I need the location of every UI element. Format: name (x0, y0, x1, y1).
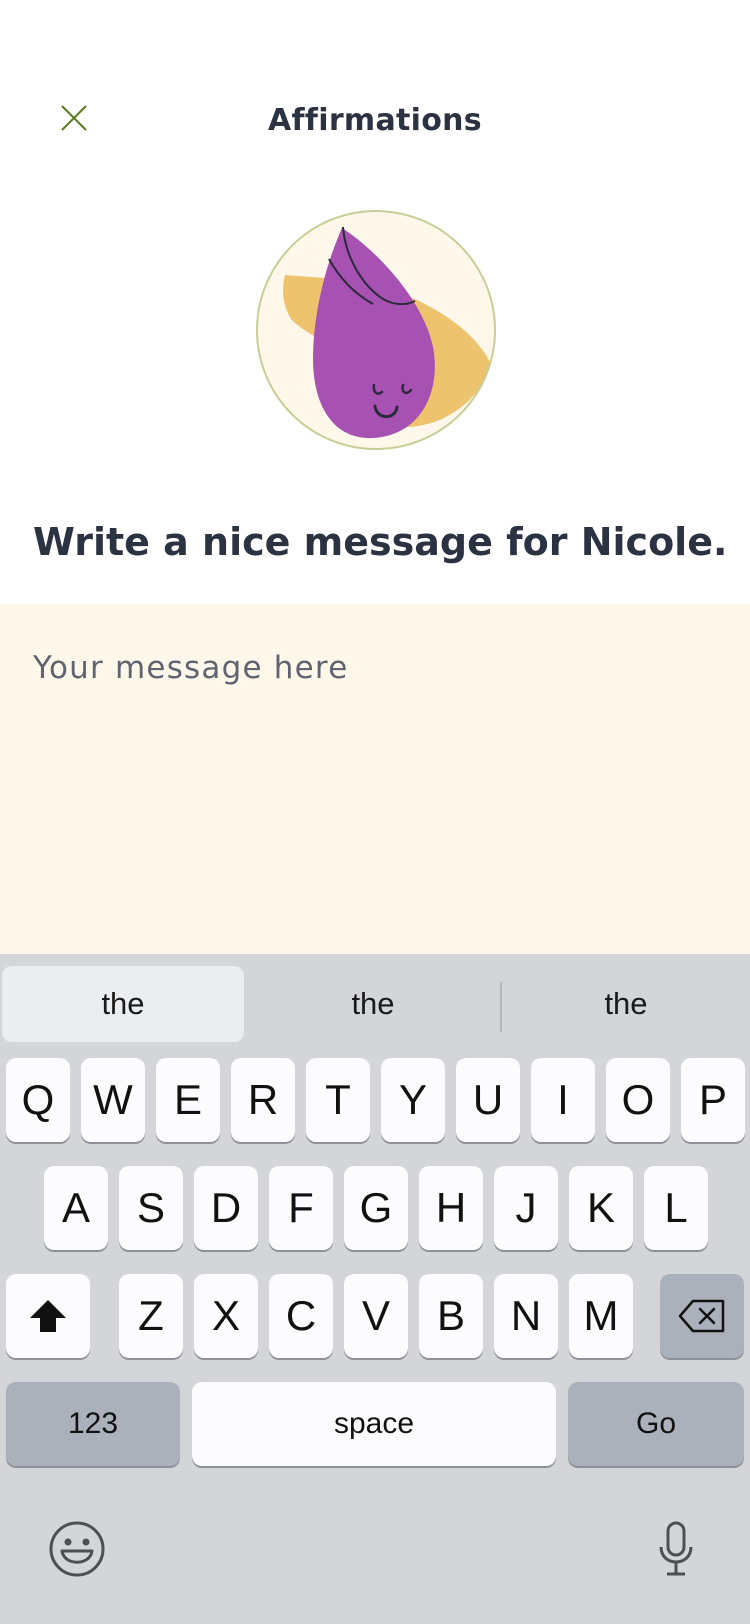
message-prompt: Write a nice message for Nicole. (33, 520, 728, 564)
key-q[interactable]: Q (6, 1058, 70, 1142)
key-k[interactable]: K (569, 1166, 633, 1250)
suggestion-bar: the the the (0, 954, 750, 1054)
key-v[interactable]: V (344, 1274, 408, 1358)
keyboard: the the the Q W E R T Y U I O P A S D F … (0, 954, 750, 1624)
backspace-icon (678, 1299, 725, 1333)
key-j[interactable]: J (494, 1166, 558, 1250)
space-key[interactable]: space (192, 1382, 556, 1466)
key-i[interactable]: I (531, 1058, 595, 1142)
key-n[interactable]: N (494, 1274, 558, 1358)
suggestion-2[interactable]: the (248, 966, 498, 1042)
key-d[interactable]: D (194, 1166, 258, 1250)
key-r[interactable]: R (231, 1058, 295, 1142)
numbers-key[interactable]: 123 (6, 1382, 180, 1466)
key-p[interactable]: P (681, 1058, 745, 1142)
key-m[interactable]: M (569, 1274, 633, 1358)
key-z[interactable]: Z (119, 1274, 183, 1358)
key-s[interactable]: S (119, 1166, 183, 1250)
key-e[interactable]: E (156, 1058, 220, 1142)
emoji-button[interactable] (46, 1518, 108, 1580)
page-title: Affirmations (268, 103, 482, 138)
shift-key[interactable] (6, 1274, 90, 1358)
dictation-button[interactable] (654, 1518, 698, 1580)
key-g[interactable]: G (344, 1166, 408, 1250)
affirmation-illustration (255, 209, 497, 451)
shift-icon (30, 1300, 66, 1332)
microphone-icon (659, 1521, 693, 1576)
key-b[interactable]: B (419, 1274, 483, 1358)
key-t[interactable]: T (306, 1058, 370, 1142)
key-x[interactable]: X (194, 1274, 258, 1358)
key-l[interactable]: L (644, 1166, 708, 1250)
key-o[interactable]: O (606, 1058, 670, 1142)
message-area (0, 604, 750, 954)
key-w[interactable]: W (81, 1058, 145, 1142)
key-a[interactable]: A (44, 1166, 108, 1250)
key-h[interactable]: H (419, 1166, 483, 1250)
backspace-key[interactable] (660, 1274, 744, 1358)
key-u[interactable]: U (456, 1058, 520, 1142)
suggestion-3[interactable]: the (502, 966, 750, 1042)
key-f[interactable]: F (269, 1166, 333, 1250)
suggestion-1[interactable]: the (2, 966, 244, 1042)
key-y[interactable]: Y (381, 1058, 445, 1142)
message-input[interactable] (0, 604, 750, 954)
key-c[interactable]: C (269, 1274, 333, 1358)
header: Affirmations (0, 0, 750, 180)
go-key[interactable]: Go (568, 1382, 744, 1466)
emoji-icon (49, 1521, 105, 1577)
